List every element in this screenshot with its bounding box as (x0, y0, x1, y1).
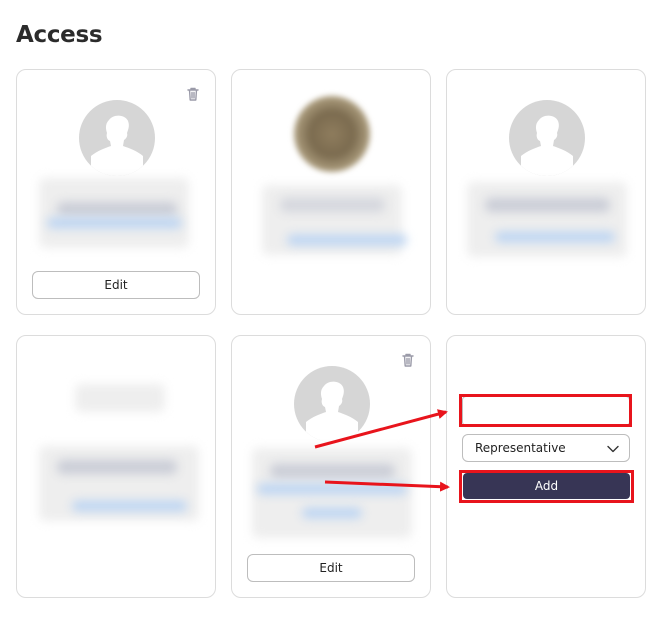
member-card (446, 69, 646, 315)
add-button[interactable]: Add (463, 473, 630, 499)
avatar (294, 366, 370, 442)
user-silhouette-icon (306, 381, 358, 442)
avatar (79, 100, 155, 176)
trash-icon[interactable] (399, 351, 417, 369)
user-silhouette-icon (91, 115, 143, 176)
page-title: Access (16, 22, 103, 48)
add-member-card (446, 335, 646, 598)
member-card (16, 335, 216, 598)
email-input[interactable] (462, 396, 630, 426)
edit-button[interactable]: Edit (247, 554, 415, 582)
member-info-redacted (467, 182, 627, 257)
avatar (509, 100, 585, 176)
user-silhouette-icon (521, 115, 573, 176)
member-card (231, 69, 431, 315)
edit-button[interactable]: Edit (32, 271, 200, 299)
member-card: Edit (16, 69, 216, 315)
chevron-down-icon (607, 443, 619, 457)
member-card: Edit (231, 335, 431, 598)
role-select-value: Representative (475, 441, 566, 455)
avatar-photo (294, 96, 370, 172)
role-select[interactable]: Representative (462, 434, 630, 462)
trash-icon[interactable] (184, 85, 202, 103)
